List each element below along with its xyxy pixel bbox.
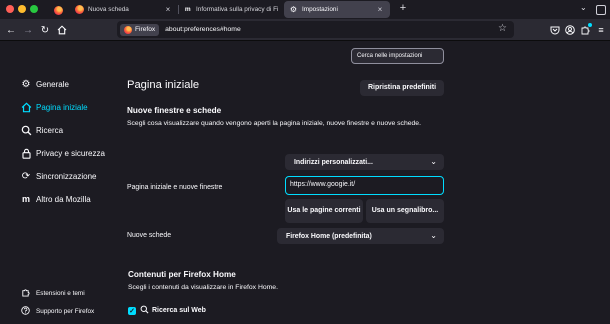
homepage-label: Pagina iniziale e nuove finestre xyxy=(127,184,223,191)
home-icon xyxy=(20,101,32,113)
tab-new[interactable]: Nuova scheda × xyxy=(70,1,178,18)
firefox-icon xyxy=(75,5,84,14)
sidebar-item-privacy[interactable]: Privacy e sicurezza xyxy=(20,146,105,160)
extensions-themes-link[interactable]: Estensioni e temi xyxy=(20,287,85,299)
firefox-support-link[interactable]: Supporto per Firefox xyxy=(20,305,94,317)
firefox-icon xyxy=(53,5,63,15)
use-bookmark-button[interactable]: Usa un segnalibro... xyxy=(366,199,444,223)
gear-icon: ⚙ xyxy=(289,5,298,14)
identity-label: Firefox xyxy=(135,26,156,33)
address-bar[interactable]: Firefox about:preferences#home ☆ xyxy=(117,21,514,38)
notification-dot xyxy=(588,23,592,27)
lock-icon xyxy=(20,148,32,159)
maximize-window-button[interactable] xyxy=(30,5,38,13)
sidebar-item-more-from-mozilla[interactable]: m Altro da Mozilla xyxy=(20,192,91,206)
pinned-tab[interactable] xyxy=(49,3,67,17)
web-search-checkbox[interactable]: ✓ xyxy=(128,306,136,315)
firefox-icon xyxy=(124,25,132,34)
sidebar-item-label: Privacy e sicurezza xyxy=(36,148,105,158)
pocket-icon[interactable] xyxy=(548,23,562,37)
mozilla-icon: m xyxy=(184,6,191,13)
sidebar-item-label: Pagina iniziale xyxy=(36,102,88,112)
sidebar-item-general[interactable]: ⚙ Generale xyxy=(20,77,69,91)
tab-label: Nuova scheda xyxy=(88,6,129,13)
mozilla-icon: m xyxy=(21,194,30,204)
restore-window-icon[interactable] xyxy=(596,5,606,15)
new-tabs-label: Nuove schede xyxy=(127,232,172,239)
sidebar-item-search[interactable]: Ricerca xyxy=(20,123,63,137)
new-tab-button[interactable]: + xyxy=(397,2,409,14)
chevron-down-icon: ⌄ xyxy=(430,157,437,166)
list-all-tabs-icon[interactable]: ⌄ xyxy=(580,3,587,12)
help-icon xyxy=(20,305,30,317)
homepage-select[interactable]: Indirizzi personalizzati... ⌄ xyxy=(285,154,444,170)
sync-icon: ⟳ xyxy=(21,170,31,182)
new-windows-tabs-description: Scegli cosa visualizzare quando vengono … xyxy=(127,120,421,127)
hamburger-menu-icon[interactable]: ≡ xyxy=(594,23,608,37)
new-tabs-select[interactable]: Firefox Home (predefinita) ⌄ xyxy=(277,228,444,244)
web-search-label: Ricerca sul Web xyxy=(152,307,206,314)
navigation-toolbar: ← → ↻ Firefox about:preferences#home ☆ ≡ xyxy=(0,19,610,41)
use-current-pages-button[interactable]: Usa le pagine correnti xyxy=(285,199,363,223)
sidebar-item-sync[interactable]: ⟳ Sincronizzazione xyxy=(20,169,97,183)
new-tabs-select-value: Firefox Home (predefinita) xyxy=(286,232,372,240)
page-title: Pagina iniziale xyxy=(127,79,200,91)
sidebar-item-label: Generale xyxy=(36,79,69,89)
search-settings-input[interactable]: Cerca nelle impostazioni xyxy=(351,48,444,64)
homepage-select-value: Indirizzi personalizzati... xyxy=(294,158,373,166)
tab-label: Impostazioni xyxy=(302,6,338,13)
url-text[interactable]: about:preferences#home xyxy=(165,26,241,33)
sidebar-item-label: Sincronizzazione xyxy=(36,171,97,181)
close-window-button[interactable] xyxy=(6,5,14,13)
sidebar-item-label: Ricerca xyxy=(36,125,64,135)
tab-strip: Nuova scheda × m Informativa sulla priva… xyxy=(0,0,610,19)
firefox-home-content-description: Scegli i contenuti da visualizzare in Fi… xyxy=(128,284,278,291)
back-arrow-icon[interactable]: ← xyxy=(4,23,18,37)
footer-link-label: Estensioni e temi xyxy=(36,289,85,297)
extensions-puzzle-icon[interactable] xyxy=(578,23,592,37)
footer-link-label: Supporto per Firefox xyxy=(36,307,95,315)
gear-icon: ⚙ xyxy=(21,78,31,90)
identity-box[interactable]: Firefox xyxy=(120,23,160,36)
puzzle-icon xyxy=(20,288,30,299)
firefox-home-content-heading: Contenuti per Firefox Home xyxy=(128,270,236,279)
minimize-window-button[interactable] xyxy=(18,5,26,13)
forward-arrow-icon[interactable]: → xyxy=(21,23,35,37)
new-windows-tabs-heading: Nuove finestre e schede xyxy=(127,106,222,115)
sidebar-item-label: Altro da Mozilla xyxy=(36,194,91,204)
restore-defaults-button[interactable]: Ripristina predefiniti xyxy=(360,80,444,96)
preferences-page: Cerca nelle impostazioni ⚙ Generale Pagi… xyxy=(0,41,610,324)
homepage-url-input[interactable]: https://www.googie.it/ xyxy=(285,176,444,195)
sidebar-item-home[interactable]: Pagina iniziale xyxy=(20,100,88,114)
tab-privacy[interactable]: m Informativa sulla privacy di Firefox xyxy=(178,1,283,18)
close-tab-icon[interactable]: × xyxy=(163,5,173,14)
chevron-down-icon: ⌄ xyxy=(430,231,437,240)
close-tab-icon[interactable]: × xyxy=(375,5,385,14)
web-search-checkbox-row[interactable]: ✓ Ricerca sul Web xyxy=(128,305,206,316)
reload-icon[interactable]: ↻ xyxy=(38,23,52,37)
tab-settings[interactable]: ⚙ Impostazioni × xyxy=(284,1,390,18)
bookmark-star-icon[interactable]: ☆ xyxy=(498,23,507,34)
account-icon[interactable] xyxy=(563,23,577,37)
search-icon xyxy=(140,305,149,316)
home-icon[interactable] xyxy=(55,23,69,37)
tab-label: Informativa sulla privacy di Firefox xyxy=(196,6,278,13)
search-icon xyxy=(20,125,32,136)
